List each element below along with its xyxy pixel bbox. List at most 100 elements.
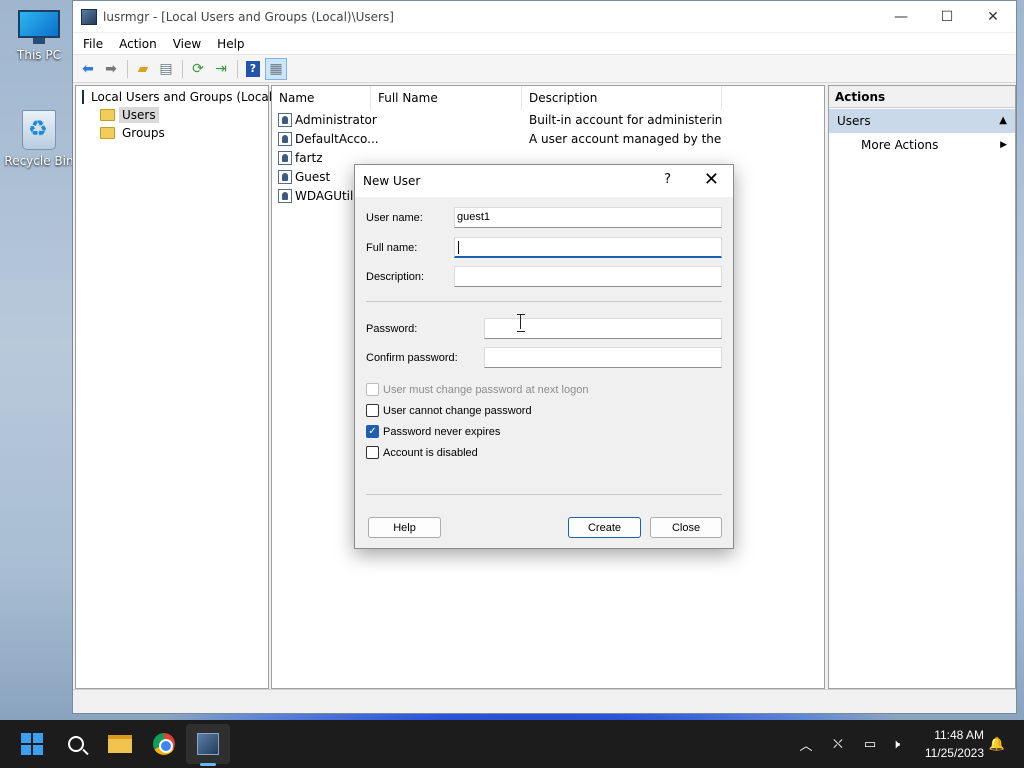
description-field[interactable] bbox=[454, 266, 722, 287]
show-hide-tree-icon[interactable]: ▤ bbox=[155, 58, 177, 80]
taskbar: ︿ ⛌ ▭ 🕨 11:48 AM 11/25/2023 🔔 bbox=[0, 720, 1024, 768]
clock-time: 11:48 AM bbox=[934, 728, 984, 742]
ibeam-cursor-icon bbox=[517, 314, 525, 332]
new-user-dialog: New User ? ✕ User name: guest1 Full name… bbox=[354, 164, 734, 549]
user-icon bbox=[278, 169, 292, 184]
refresh-icon[interactable]: ⟳ bbox=[187, 58, 209, 80]
user-icon bbox=[278, 112, 292, 127]
account-disabled-checkbox[interactable]: Account is disabled bbox=[366, 446, 478, 459]
description-label: Description: bbox=[366, 271, 425, 283]
menu-view[interactable]: View bbox=[165, 37, 209, 51]
list-header: Name Full Name Description bbox=[272, 85, 824, 110]
display-icon[interactable]: ▭ bbox=[858, 720, 882, 768]
clock[interactable]: 11:48 AM 11/25/2023 bbox=[925, 726, 984, 762]
close-button[interactable]: Close bbox=[650, 517, 722, 538]
forward-arrow-icon[interactable]: ➡ bbox=[100, 58, 122, 80]
title-bar[interactable]: lusrmgr - [Local Users and Groups (Local… bbox=[73, 1, 1016, 32]
toolbar-separator bbox=[182, 59, 183, 78]
show-hidden-icons-chevron-icon[interactable]: ︿ bbox=[794, 720, 818, 768]
toolbar: ⬅ ➡ ▰ ▤ ⟳ ⇥ ? ▦ bbox=[73, 55, 1016, 83]
help-icon[interactable]: ? bbox=[242, 58, 264, 80]
must-change-password-checkbox[interactable]: User must change password at next logon bbox=[366, 383, 588, 396]
maximize-button[interactable]: ☐ bbox=[924, 1, 970, 32]
user-name-label: User name: bbox=[366, 212, 423, 224]
confirm-password-field[interactable] bbox=[484, 347, 722, 368]
user-icon bbox=[278, 150, 292, 165]
chrome-button[interactable] bbox=[142, 720, 186, 768]
submenu-arrow-icon: ▶ bbox=[1000, 140, 1007, 150]
desktop-icon-this-pc[interactable]: This PC bbox=[4, 10, 74, 62]
app-icon bbox=[81, 8, 97, 25]
tree-item-groups[interactable]: Groups bbox=[100, 124, 268, 142]
collapse-up-icon: ▲ bbox=[999, 115, 1007, 126]
lusrmgr-taskbar-button[interactable] bbox=[186, 720, 230, 768]
export-list-icon[interactable]: ⇥ bbox=[210, 58, 232, 80]
menu-help[interactable]: Help bbox=[209, 37, 252, 51]
column-header-name[interactable]: Name bbox=[272, 85, 371, 110]
folder-icon bbox=[108, 735, 132, 753]
start-button[interactable] bbox=[10, 720, 54, 768]
dialog-title-bar[interactable]: New User ? ✕ bbox=[355, 165, 733, 197]
speaker-muted-icon[interactable]: 🕨 bbox=[884, 720, 908, 768]
actions-header: Actions bbox=[829, 86, 1015, 108]
column-header-description[interactable]: Description bbox=[522, 85, 722, 110]
computer-icon bbox=[18, 10, 60, 44]
tree-item-users[interactable]: Users bbox=[100, 106, 268, 124]
recycle-bin-icon bbox=[22, 110, 56, 150]
menu-file[interactable]: File bbox=[75, 37, 111, 51]
folder-icon bbox=[100, 109, 115, 121]
dialog-separator bbox=[366, 494, 722, 495]
window-title: lusrmgr - [Local Users and Groups (Local… bbox=[103, 9, 394, 24]
cannot-change-password-checkbox[interactable]: User cannot change password bbox=[366, 404, 532, 417]
column-header-full-name[interactable]: Full Name bbox=[371, 85, 522, 110]
status-bar bbox=[73, 689, 1016, 713]
active-indicator bbox=[200, 763, 216, 766]
password-never-expires-checkbox[interactable]: ✓ Password never expires bbox=[366, 425, 500, 438]
checkbox-box bbox=[366, 404, 379, 417]
user-name-field[interactable]: guest1 bbox=[454, 207, 722, 228]
full-name-label: Full name: bbox=[366, 242, 418, 254]
folder-icon bbox=[100, 127, 115, 139]
checkbox-box bbox=[366, 383, 379, 396]
text-caret bbox=[458, 240, 459, 254]
user-icon bbox=[278, 188, 292, 203]
file-explorer-button[interactable] bbox=[98, 720, 142, 768]
computer-management-icon bbox=[197, 733, 219, 755]
actions-section-users[interactable]: Users ▲ bbox=[829, 109, 1015, 133]
user-icon bbox=[278, 131, 292, 146]
create-button[interactable]: Create bbox=[568, 517, 641, 538]
desktop-icon-label: This PC bbox=[17, 48, 61, 62]
dialog-close-icon[interactable]: ✕ bbox=[704, 169, 719, 190]
dialog-help-icon[interactable]: ? bbox=[664, 172, 671, 187]
computer-management-icon bbox=[82, 90, 84, 104]
actions-pane: Actions Users ▲ More Actions ▶ bbox=[828, 85, 1016, 689]
confirm-password-label: Confirm password: bbox=[366, 352, 458, 364]
desktop-icon-recycle-bin[interactable]: Recycle Bin bbox=[4, 110, 74, 168]
toolbar-separator bbox=[127, 59, 128, 78]
close-window-button[interactable]: ✕ bbox=[970, 1, 1016, 32]
network-off-icon[interactable]: ⛌ bbox=[826, 720, 850, 768]
table-row[interactable]: DefaultAcco... A user account managed by… bbox=[272, 129, 824, 148]
back-arrow-icon[interactable]: ⬅ bbox=[77, 58, 99, 80]
menu-bar: File Action View Help bbox=[73, 33, 1016, 55]
table-row[interactable]: Administrator Built-in account for admin… bbox=[272, 110, 824, 129]
checkbox-box bbox=[366, 446, 379, 459]
minimize-button[interactable]: — bbox=[878, 1, 924, 32]
show-action-pane-icon[interactable]: ▦ bbox=[265, 57, 287, 80]
chrome-icon bbox=[153, 733, 175, 755]
search-button[interactable] bbox=[54, 720, 98, 768]
tree-root[interactable]: Local Users and Groups (Local) bbox=[82, 88, 277, 106]
notification-bell-icon[interactable]: 🔔 bbox=[986, 720, 1008, 768]
help-button[interactable]: Help bbox=[368, 517, 441, 538]
checkmark-icon: ✓ bbox=[366, 425, 379, 438]
password-label: Password: bbox=[366, 323, 418, 335]
clock-date: 11/25/2023 bbox=[924, 746, 984, 760]
dialog-separator bbox=[366, 301, 722, 302]
menu-action[interactable]: Action bbox=[111, 37, 165, 51]
up-folder-icon[interactable]: ▰ bbox=[132, 58, 154, 80]
full-name-field[interactable] bbox=[454, 237, 722, 258]
search-icon bbox=[68, 736, 84, 752]
dialog-title: New User bbox=[363, 174, 421, 188]
more-actions-item[interactable]: More Actions ▶ bbox=[829, 133, 1015, 157]
desktop-icon-label: Recycle Bin bbox=[4, 154, 74, 168]
